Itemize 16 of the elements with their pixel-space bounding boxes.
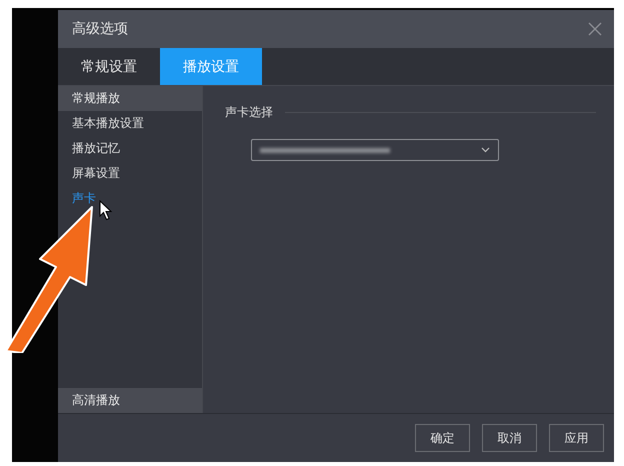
dialog-button[interactable]: 确定: [415, 424, 470, 452]
close-icon[interactable]: [588, 22, 602, 36]
sidebar-item[interactable]: 播放记忆: [58, 136, 202, 161]
chevron-down-icon: [481, 147, 490, 153]
sidebar-item[interactable]: 声卡: [58, 186, 202, 211]
cursor-icon: [99, 200, 113, 221]
group-title: 声卡选择: [225, 104, 273, 121]
dialog-title: 高级选项: [72, 20, 128, 38]
sound-card-dropdown[interactable]: [251, 139, 499, 161]
sidebar-item[interactable]: 基本播放设置: [58, 111, 202, 136]
sidebar-item[interactable]: 屏幕设置: [58, 161, 202, 186]
sidebar-section[interactable]: 常规播放: [58, 86, 202, 111]
sidebar-section[interactable]: 高清播放: [58, 388, 202, 413]
tab[interactable]: 常规设置: [58, 48, 160, 85]
dialog-button[interactable]: 应用: [549, 424, 604, 452]
dialog-button[interactable]: 取消: [482, 424, 537, 452]
